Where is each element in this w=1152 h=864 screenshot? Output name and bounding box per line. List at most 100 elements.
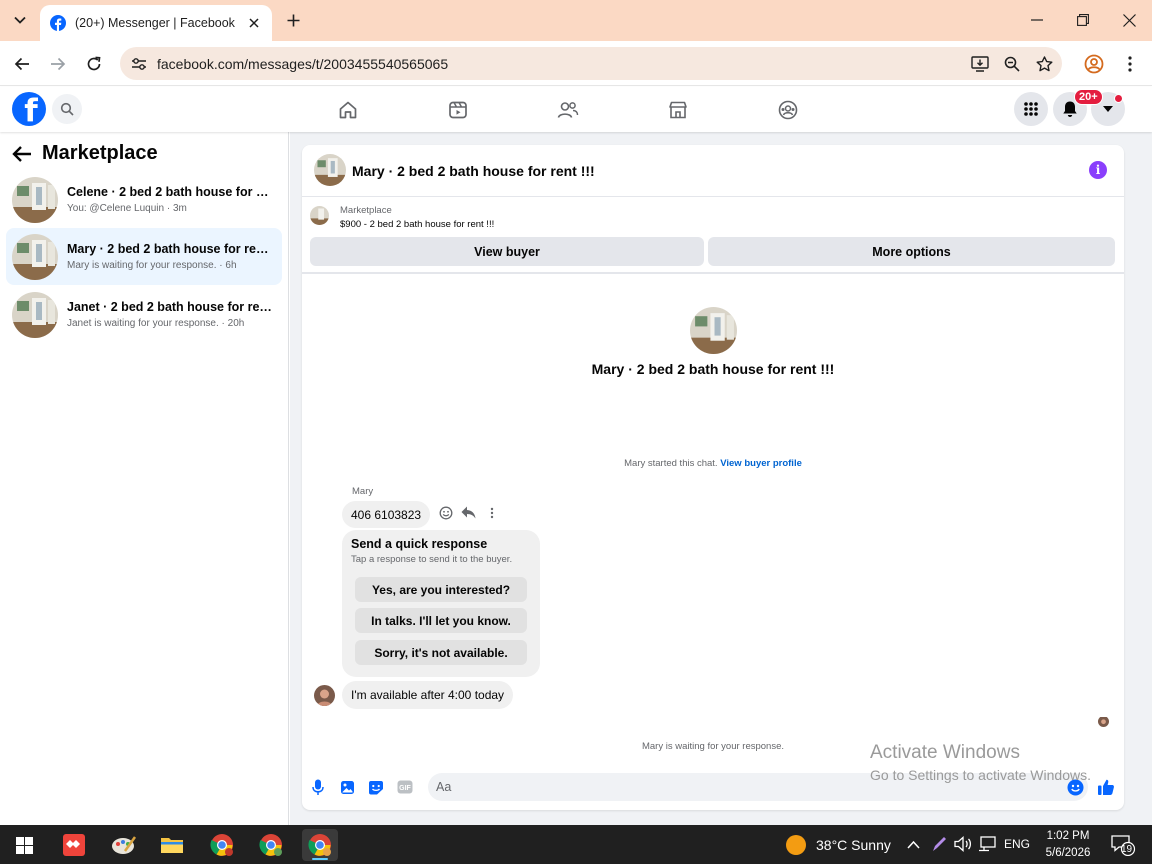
- listing-summary: Marketplace $900 - 2 bed 2 bath house fo…: [302, 197, 1124, 274]
- chat-started-notice: Mary started this chat. View buyer profi…: [302, 458, 1124, 469]
- conversation-list-panel: Marketplace Celene · 2 bed 2 bath house …: [0, 132, 289, 825]
- started-text: Mary started this chat.: [624, 458, 718, 469]
- view-buyer-button[interactable]: View buyer: [310, 237, 704, 266]
- search-icon[interactable]: [52, 94, 82, 124]
- language-indicator[interactable]: ENG: [1004, 837, 1030, 851]
- sender-name: Mary: [352, 486, 374, 497]
- more-options-button[interactable]: More options: [708, 237, 1115, 266]
- quick-response-option[interactable]: Yes, are you interested?: [355, 577, 527, 602]
- mic-icon[interactable]: [309, 778, 327, 796]
- zoom-icon[interactable]: [1000, 52, 1024, 76]
- chrome-app-icon[interactable]: [204, 829, 240, 861]
- video-icon[interactable]: [428, 87, 488, 132]
- tab-title: (20+) Messenger | Facebook: [75, 16, 235, 30]
- windows-icon[interactable]: [6, 829, 42, 861]
- weather-text[interactable]: 38°C Sunny: [816, 837, 891, 853]
- volume-icon[interactable]: [954, 836, 972, 855]
- url-text: facebook.com/messages/t/2003455540565065: [157, 55, 449, 72]
- clock-date: 5/6/2026: [1045, 847, 1091, 859]
- conversation-preview: You: @Celene Luquin · 3m: [67, 203, 187, 214]
- notification-badge: 20+: [1074, 89, 1103, 105]
- chevron-up-icon[interactable]: [907, 837, 920, 852]
- clock-time: 1:02 PM: [1046, 830, 1090, 842]
- reply-icon[interactable]: [460, 504, 477, 521]
- quick-response-title: Send a quick response: [351, 537, 488, 551]
- watermark-subtitle: Go to Settings to activate Windows.: [870, 767, 1091, 783]
- quick-response-card: Send a quick response Tap a response to …: [342, 530, 540, 677]
- facebook-logo[interactable]: f: [12, 92, 46, 126]
- kebab-icon[interactable]: [1116, 50, 1144, 78]
- info-icon[interactable]: i: [1089, 161, 1107, 179]
- star-icon[interactable]: [1032, 52, 1056, 76]
- anydesk-app-icon[interactable]: [56, 829, 92, 861]
- file-explorer-icon[interactable]: [154, 829, 190, 861]
- emoji-icon[interactable]: [437, 504, 454, 521]
- conversation-title: Mary · 2 bed 2 bath house for rent...: [67, 242, 272, 256]
- view-buyer-profile-link[interactable]: View buyer profile: [720, 458, 802, 469]
- weather-icon[interactable]: [786, 835, 806, 855]
- sender-avatar[interactable]: [314, 685, 335, 706]
- chat-header: Mary · 2 bed 2 bath house for rent !!! i: [302, 145, 1124, 197]
- listing-thumbnail: [310, 206, 329, 225]
- groups-icon[interactable]: [758, 87, 818, 132]
- chat-title[interactable]: Mary · 2 bed 2 bath house for rent !!!: [352, 163, 595, 179]
- account-alert-dot: [1114, 94, 1123, 103]
- browser-toolbar: facebook.com/messages/t/2003455540565065: [0, 41, 1152, 86]
- taskbar-clock[interactable]: 1:02 PM 5/6/2026: [1040, 828, 1096, 862]
- seen-avatar: [1098, 716, 1109, 727]
- image-icon[interactable]: [338, 778, 356, 796]
- conversation-item-janet[interactable]: Janet · 2 bed 2 bath house for rent... J…: [6, 286, 282, 343]
- intro-title: Mary · 2 bed 2 bath house for rent !!!: [591, 361, 835, 377]
- paint-app-icon[interactable]: [106, 829, 142, 861]
- profile-icon[interactable]: [1080, 50, 1108, 78]
- marketplace-icon[interactable]: [648, 87, 708, 132]
- intro-avatar: [690, 307, 737, 354]
- svg-text:GIF: GIF: [399, 785, 411, 792]
- conversation-title: Janet · 2 bed 2 bath house for rent...: [67, 300, 272, 314]
- panel-title: Marketplace: [42, 142, 158, 164]
- site-info-icon[interactable]: [128, 53, 150, 75]
- pen-icon[interactable]: [931, 835, 947, 856]
- restore-icon[interactable]: [1068, 6, 1098, 34]
- close-window-icon[interactable]: [1114, 6, 1144, 34]
- conversation-preview: Janet is waiting for your response. · 20…: [67, 318, 245, 329]
- network-icon[interactable]: [978, 836, 996, 855]
- home-icon[interactable]: [318, 87, 378, 132]
- activate-windows-watermark: Activate Windows Go to Settings to activ…: [870, 742, 1091, 783]
- chat-window: Mary · 2 bed 2 bath house for rent !!! i…: [302, 145, 1124, 810]
- message-bubble[interactable]: 406 6103823: [342, 501, 431, 528]
- conversation-title: Celene · 2 bed 2 bath house for re...: [67, 185, 272, 199]
- back-arrow-icon[interactable]: [8, 50, 36, 78]
- grid-menu-icon[interactable]: [1014, 92, 1048, 126]
- facebook-favicon: [50, 15, 66, 31]
- chat-avatar[interactable]: [314, 154, 346, 186]
- quick-response-option[interactable]: In talks. I'll let you know.: [355, 608, 527, 633]
- chrome-app-icon[interactable]: [253, 829, 289, 861]
- back-arrow-icon[interactable]: [12, 145, 32, 163]
- message-actions: [437, 504, 500, 521]
- tab-search-icon[interactable]: [8, 8, 32, 32]
- conversation-item-mary[interactable]: Mary · 2 bed 2 bath house for rent... Ma…: [6, 228, 282, 285]
- reload-icon[interactable]: [80, 50, 108, 78]
- friends-icon[interactable]: [538, 87, 598, 132]
- quick-response-option[interactable]: Sorry, it's not available.: [355, 640, 527, 665]
- listing-thumbnail: [12, 291, 58, 338]
- plus-icon[interactable]: [282, 9, 304, 31]
- conversation-item-celene[interactable]: Celene · 2 bed 2 bath house for re... Yo…: [6, 171, 282, 228]
- message-bubble[interactable]: I'm available after 4:00 today: [342, 681, 514, 709]
- install-icon[interactable]: [968, 52, 992, 76]
- minimize-icon[interactable]: [1022, 6, 1052, 34]
- conversation-preview: Mary is waiting for your response. · 6h: [67, 260, 237, 271]
- like-icon[interactable]: [1097, 778, 1115, 796]
- address-bar[interactable]: facebook.com/messages/t/2003455540565065: [120, 47, 1062, 80]
- close-icon[interactable]: [246, 15, 262, 31]
- sticker-icon[interactable]: [367, 778, 385, 796]
- forward-arrow-icon[interactable]: [44, 50, 72, 78]
- more-icon[interactable]: [483, 504, 500, 521]
- browser-tab-strip: (20+) Messenger | Facebook: [0, 0, 1152, 41]
- listing-thumbnail: [12, 176, 58, 223]
- browser-tab[interactable]: (20+) Messenger | Facebook: [40, 5, 272, 41]
- gif-icon[interactable]: GIF: [396, 778, 414, 796]
- chrome-app-icon-active[interactable]: [302, 829, 338, 861]
- listing-label: Marketplace: [340, 205, 392, 216]
